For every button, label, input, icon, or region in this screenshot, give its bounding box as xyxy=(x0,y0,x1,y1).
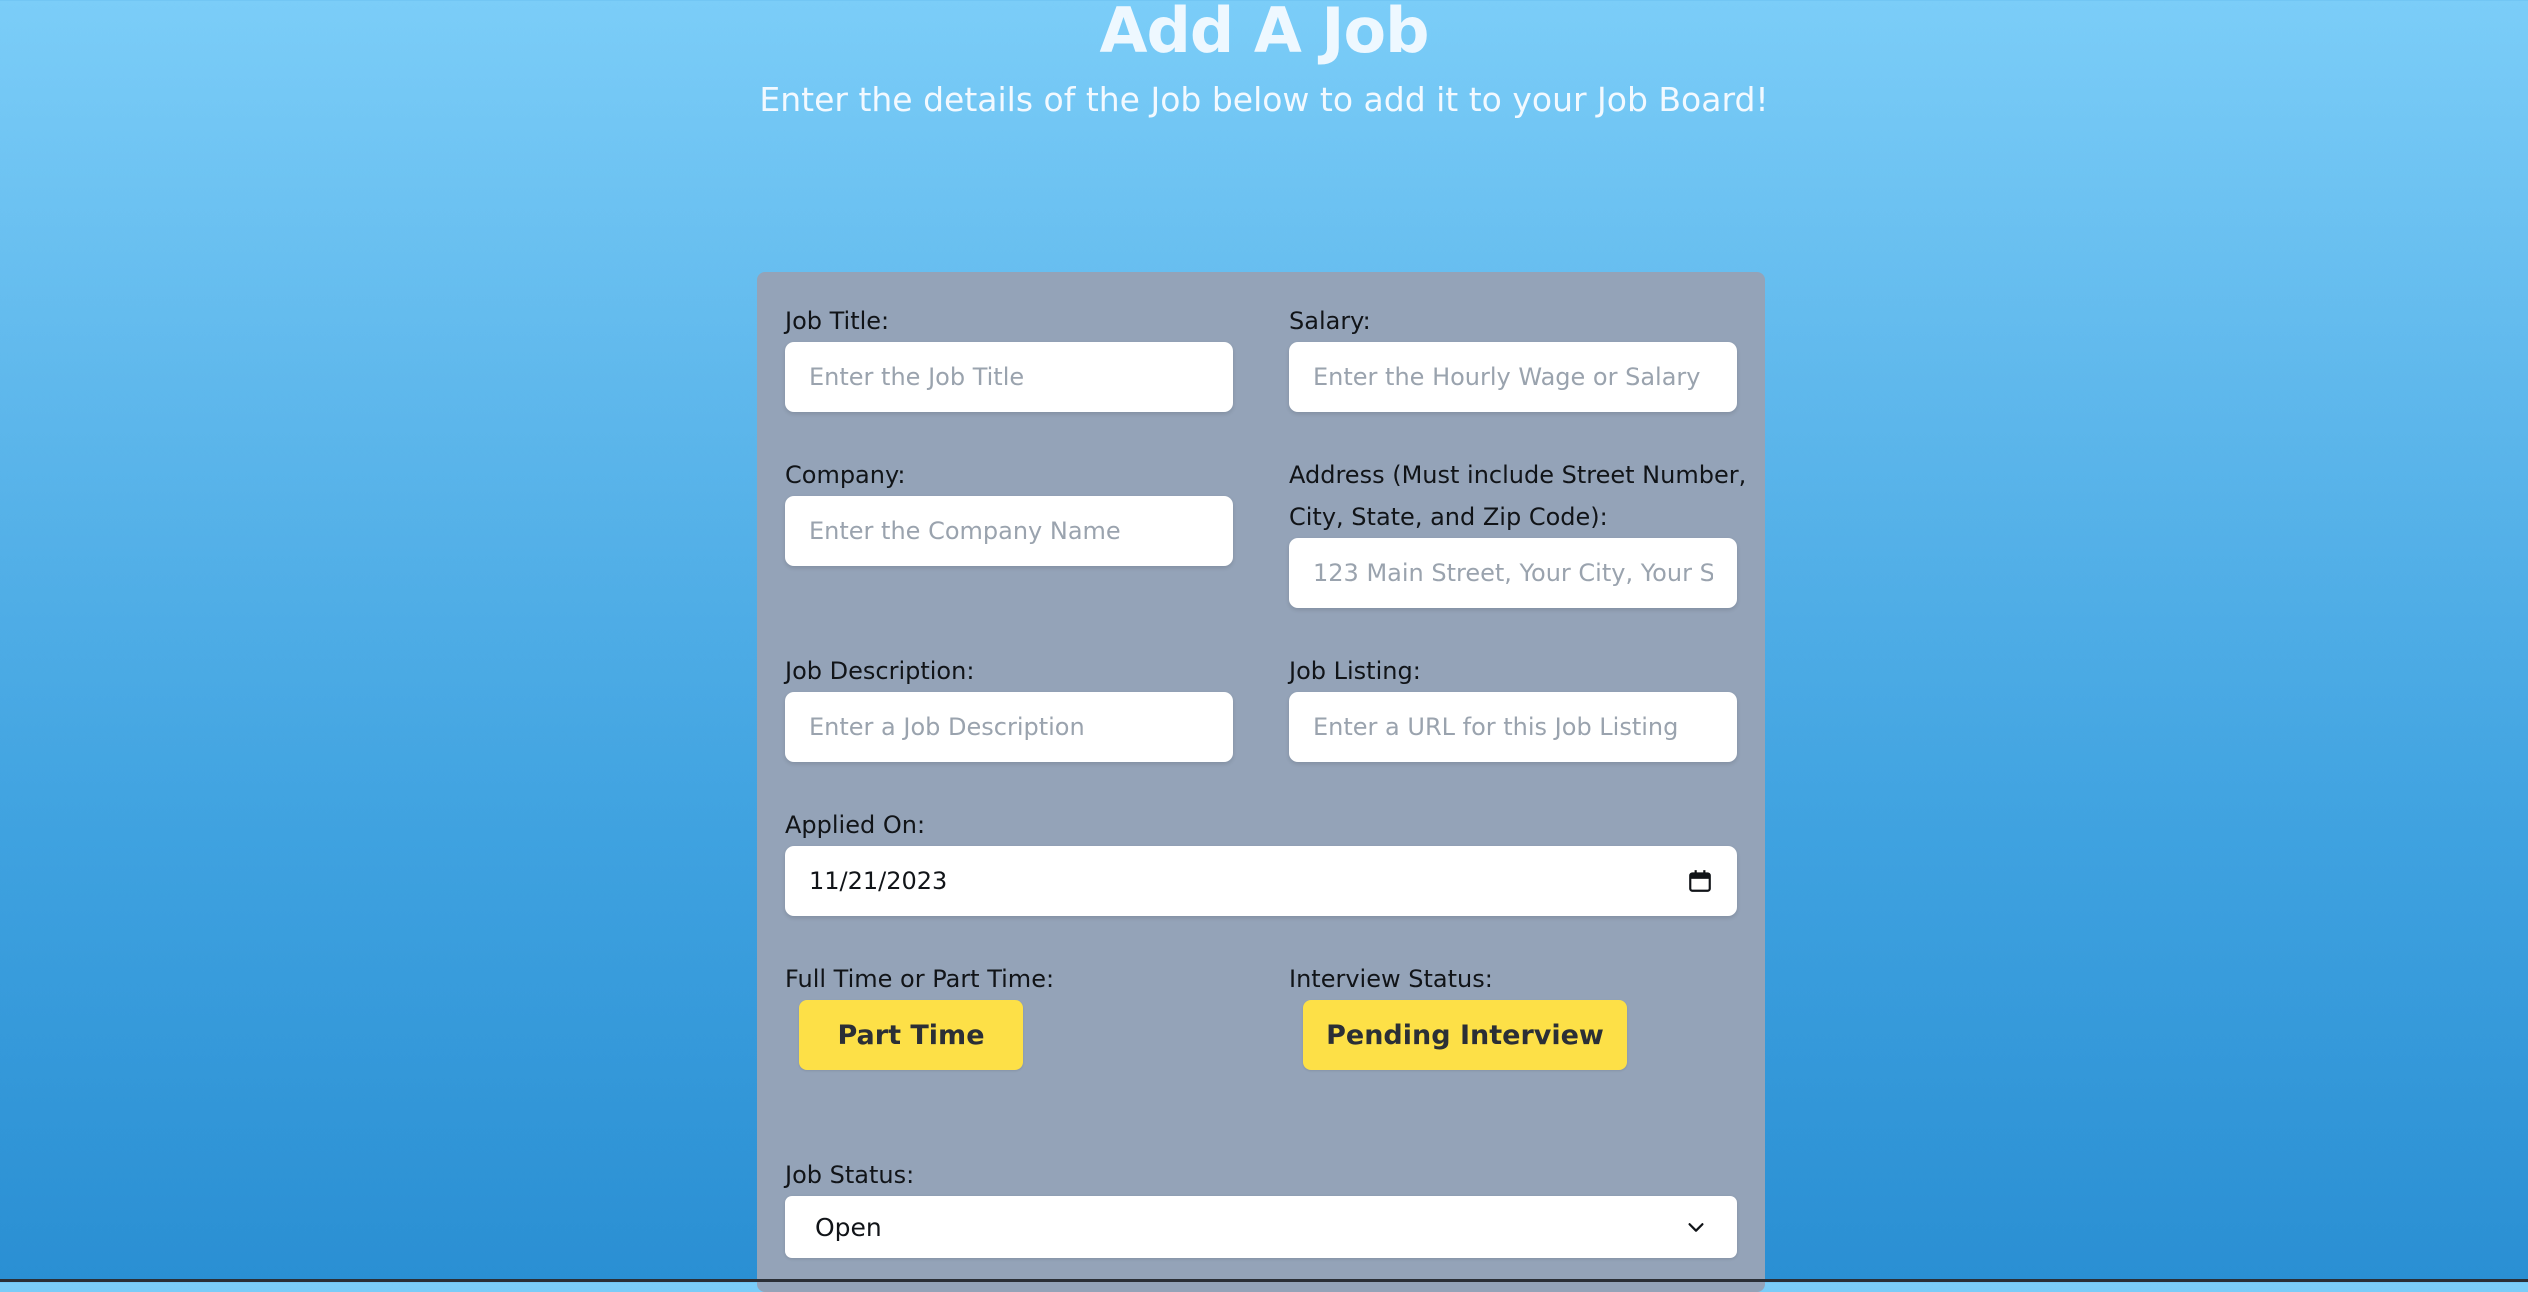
applied-on-date-input[interactable]: 11/21/2023 xyxy=(785,846,1737,916)
job-title-label: Job Title: xyxy=(785,307,890,335)
add-job-form: Job Title: Salary: Company: Address (Mus… xyxy=(757,272,1765,1292)
interview-status-toggle-button[interactable]: Pending Interview xyxy=(1303,1000,1627,1070)
job-title-input[interactable] xyxy=(785,342,1233,412)
salary-label: Salary: xyxy=(1289,307,1371,335)
job-status-select[interactable]: Open xyxy=(785,1196,1737,1258)
job-listing-label: Job Listing: xyxy=(1289,657,1421,685)
company-input[interactable] xyxy=(785,496,1233,566)
address-label: Address (Must include Street Number, Cit… xyxy=(1289,454,1746,538)
part-time-toggle-button[interactable]: Part Time xyxy=(799,1000,1023,1070)
employment-type-label: Full Time or Part Time: xyxy=(785,965,1055,993)
page-title: Add A Job xyxy=(1099,0,1430,67)
interview-status-label: Interview Status: xyxy=(1289,965,1493,993)
job-status-label: Job Status: xyxy=(785,1161,915,1189)
page-subtitle: Enter the details of the Job below to ad… xyxy=(759,80,1769,119)
chevron-down-icon xyxy=(1688,1223,1704,1232)
address-input[interactable] xyxy=(1289,538,1737,608)
job-status-selected-value: Open xyxy=(815,1212,882,1242)
job-description-input[interactable] xyxy=(785,692,1233,762)
applied-on-value: 11/21/2023 xyxy=(809,867,948,895)
job-listing-input[interactable] xyxy=(1289,692,1737,762)
address-label-line2: City, State, and Zip Code): xyxy=(1289,503,1608,531)
job-description-label: Job Description: xyxy=(785,657,975,685)
address-label-line1: Address (Must include Street Number, xyxy=(1289,461,1747,489)
calendar-icon[interactable] xyxy=(1687,868,1713,894)
applied-on-label: Applied On: xyxy=(785,811,926,839)
salary-input[interactable] xyxy=(1289,342,1737,412)
company-label: Company: xyxy=(785,461,906,489)
